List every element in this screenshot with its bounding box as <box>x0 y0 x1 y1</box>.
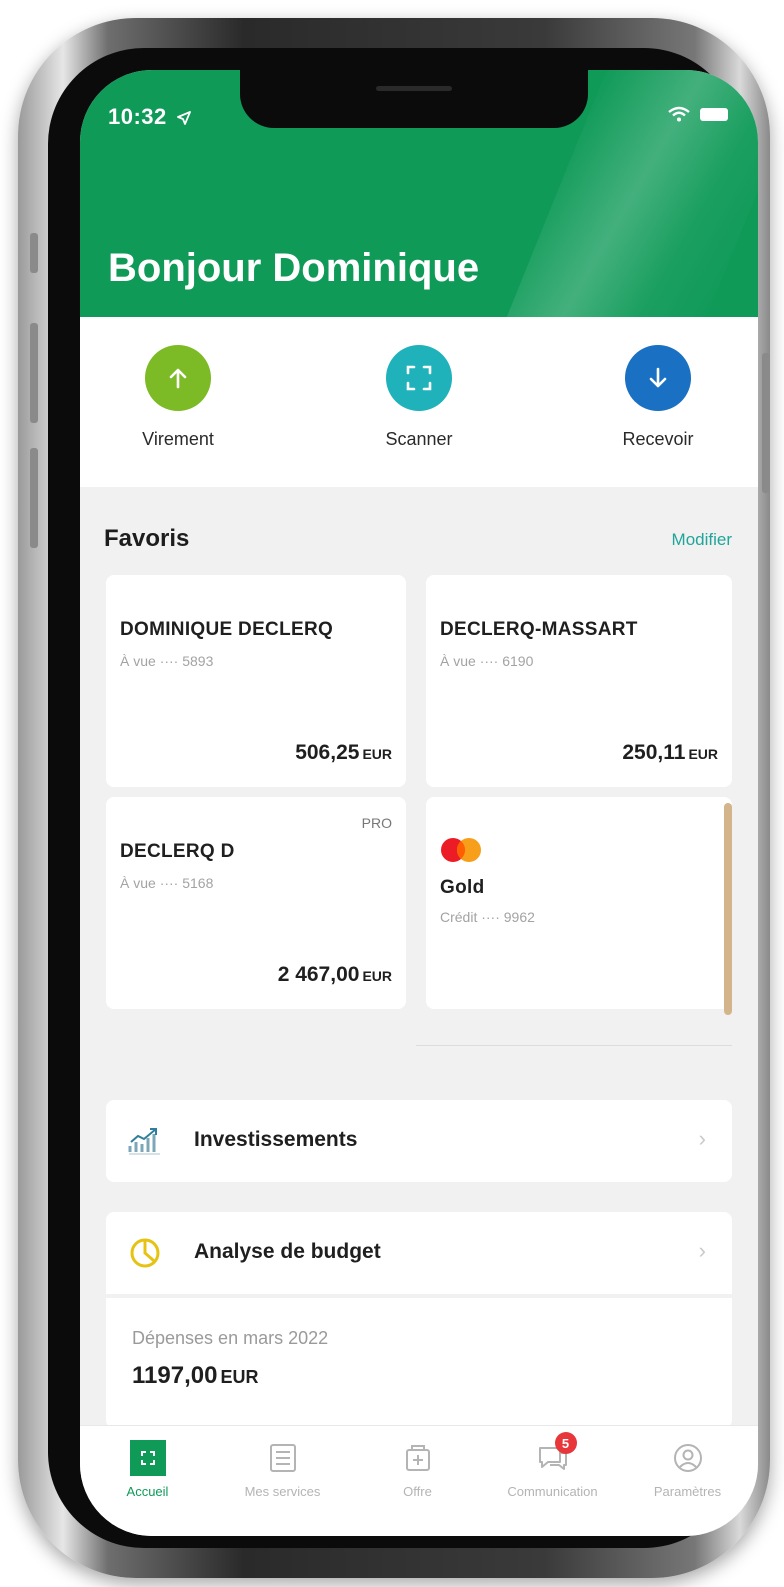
volume-down-button <box>30 448 38 548</box>
chat-icon: 5 <box>535 1432 577 1476</box>
pro-badge: PRO <box>361 815 392 831</box>
tab-label: Accueil <box>126 1484 169 1499</box>
balance-currency: EUR <box>688 746 718 762</box>
status-icons <box>668 106 728 122</box>
tab-label: Communication <box>507 1484 598 1499</box>
status-time: 10:32 <box>108 104 192 130</box>
account-card[interactable]: PRO DECLERQ D À vue ···· 5168 2 467,00 EU… <box>106 797 406 1009</box>
quick-actions: Virement Scanner Recevoir <box>80 317 758 487</box>
arrow-down-icon <box>625 345 691 411</box>
account-balance: 2 467,00 EUR <box>278 963 392 987</box>
greeting-title: Bonjour Dominique <box>108 246 480 290</box>
power-button <box>762 353 770 493</box>
investments-label: Investissements <box>194 1128 358 1151</box>
account-balance: 506,25 EUR <box>295 741 392 765</box>
expenses-currency: EUR <box>220 1367 259 1387</box>
favorites-title: Favoris <box>104 525 190 552</box>
notification-badge: 5 <box>554 1432 577 1454</box>
balance-value: 250,11 <box>622 741 686 764</box>
investments-item[interactable]: Investissements › <box>106 1100 732 1182</box>
mute-switch <box>30 233 38 273</box>
receive-label: Recevoir <box>622 429 694 449</box>
list-icon <box>265 1440 301 1476</box>
expenses-value: 1197,00 <box>132 1362 218 1389</box>
notch-speaker <box>376 86 452 91</box>
transfer-label: Virement <box>142 429 214 449</box>
account-name: DECLERQ D <box>120 841 235 862</box>
budget-summary: Dépenses en mars 2022 1197,00 EUR <box>106 1298 732 1428</box>
account-name: DOMINIQUE DECLERQ <box>120 619 334 640</box>
chart-growth-icon <box>128 1128 160 1155</box>
volume-up-button <box>30 323 38 423</box>
scan-icon <box>386 345 452 411</box>
tab-label: Mes services <box>244 1484 321 1499</box>
home-icon <box>129 1440 166 1476</box>
account-balance: 250,11 EUR <box>622 741 718 765</box>
expenses-period: Dépenses en mars 2022 <box>132 1328 329 1348</box>
phone-notch <box>240 70 588 128</box>
card-number: Crédit ···· 9962 <box>440 909 535 925</box>
tab-communication[interactable]: 5 Communication <box>485 1432 620 1499</box>
balance-value: 506,25 <box>295 741 360 764</box>
account-card[interactable]: DECLERQ-MASSART À vue ···· 6190 250,11 EU… <box>426 575 732 787</box>
account-number: À vue ···· 6190 <box>440 653 534 669</box>
arrow-up-icon <box>145 345 211 411</box>
receive-button[interactable]: Recevoir <box>588 345 728 450</box>
expenses-amount: 1197,00 EUR <box>132 1362 258 1390</box>
phone-frame: 10:32 Bonjour Dominique Virement Scanner… <box>18 18 770 1578</box>
budget-analysis-item[interactable]: Analyse de budget › <box>106 1212 732 1294</box>
profile-icon <box>670 1440 706 1476</box>
balance-currency: EUR <box>362 746 392 762</box>
location-icon <box>177 111 192 125</box>
balance-currency: EUR <box>362 968 392 984</box>
chevron-right-icon: › <box>698 1238 706 1263</box>
budget-label: Analyse de budget <box>194 1240 381 1263</box>
pie-chart-icon <box>130 1238 160 1268</box>
card-color-strip <box>724 803 732 1015</box>
mastercard-logo-icon <box>441 838 481 862</box>
account-number: À vue ···· 5168 <box>120 875 214 891</box>
tab-offer[interactable]: Offre <box>350 1440 485 1499</box>
chevron-right-icon: › <box>698 1126 706 1151</box>
scanner-button[interactable]: Scanner <box>349 345 489 450</box>
card-name: Gold <box>440 877 485 898</box>
app-screen: 10:32 Bonjour Dominique Virement Scanner… <box>80 70 758 1536</box>
tab-label: Offre <box>403 1484 432 1499</box>
tab-settings[interactable]: Paramètres <box>620 1440 755 1499</box>
wifi-icon <box>668 106 690 122</box>
account-card[interactable]: DOMINIQUE DECLERQ À vue ···· 5893 506,25… <box>106 575 406 787</box>
account-name: DECLERQ-MASSART <box>440 619 638 640</box>
credit-card-tile[interactable]: Gold Crédit ···· 9962 <box>426 797 732 1015</box>
balance-value: 2 467,00 <box>277 963 360 986</box>
offer-icon <box>400 1440 436 1476</box>
tab-services[interactable]: Mes services <box>215 1440 350 1499</box>
transfer-button[interactable]: Virement <box>108 345 248 450</box>
tab-home[interactable]: Accueil <box>80 1440 215 1499</box>
battery-icon <box>700 107 728 121</box>
status-time-text: 10:32 <box>108 104 167 129</box>
bottom-tab-bar: Accueil Mes services Offre 5 Communicati… <box>80 1425 758 1536</box>
edit-favorites-link[interactable]: Modifier <box>672 530 732 550</box>
divider <box>416 1045 732 1046</box>
account-number: À vue ···· 5893 <box>120 653 214 669</box>
tab-label: Paramètres <box>653 1484 722 1499</box>
scanner-label: Scanner <box>385 429 453 449</box>
